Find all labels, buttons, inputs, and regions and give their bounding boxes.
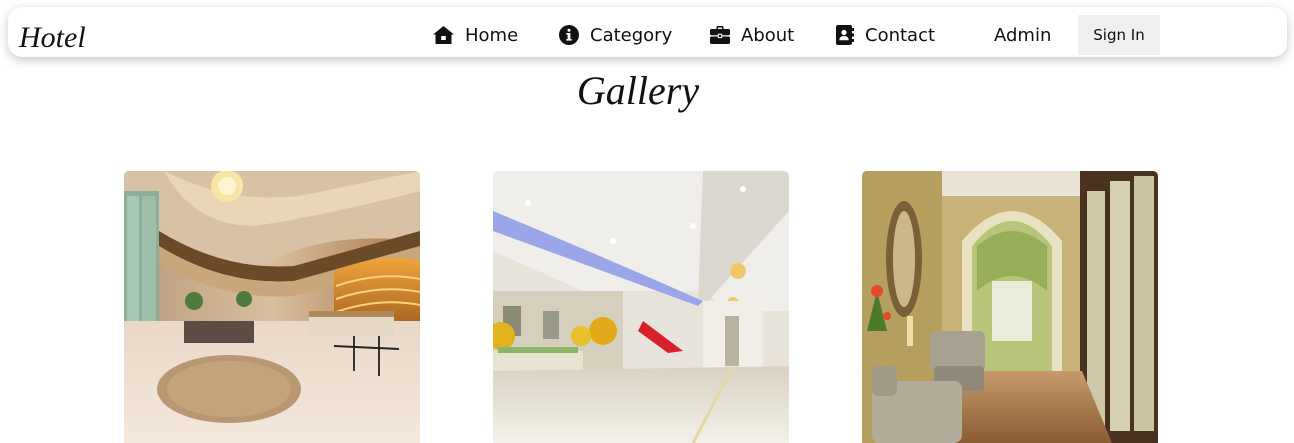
nav-contact-label: Contact [865, 24, 936, 46]
gallery-image-corridor[interactable] [862, 171, 1158, 443]
brand-logo[interactable]: Hotel [19, 20, 86, 56]
sign-in-button[interactable]: Sign In [1078, 15, 1160, 55]
page-title: Gallery [576, 68, 700, 113]
nav-category-label: Category [590, 24, 673, 46]
nav-item-category[interactable]: Category [559, 21, 672, 49]
nav-home-label: Home [465, 24, 519, 46]
nav-item-home[interactable]: Home [433, 21, 518, 49]
nav-item-about[interactable]: About [710, 21, 794, 49]
nav-about-label: About [741, 24, 795, 46]
admin-link[interactable]: Admin [994, 21, 1051, 49]
navbar: Hotel Home Category About Contact Admin … [8, 7, 1287, 57]
contact-book-icon [836, 25, 854, 45]
nav-item-contact[interactable]: Contact [836, 21, 935, 49]
gallery-image-lobby[interactable] [124, 171, 420, 443]
info-circle-icon [559, 25, 579, 45]
briefcase-icon [710, 26, 730, 44]
home-icon [433, 26, 454, 44]
gallery-image-hallway[interactable] [493, 171, 789, 443]
